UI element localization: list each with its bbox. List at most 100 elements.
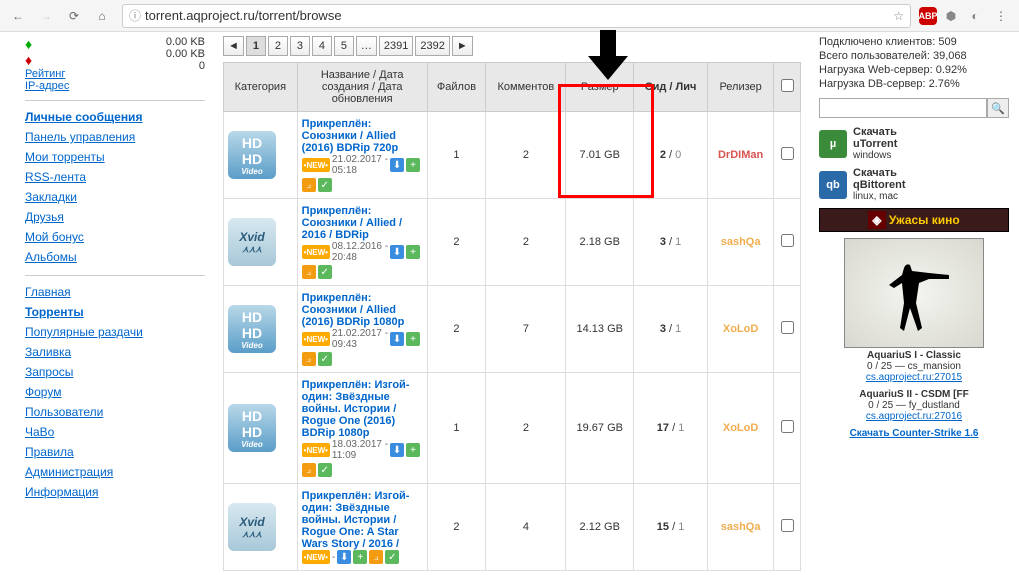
col-seed-leech[interactable]: Сид / Лич [634, 63, 708, 112]
search-input[interactable] [819, 98, 987, 118]
sidebar-item[interactable]: Правила [25, 442, 205, 462]
reload-button[interactable]: ⟳ [62, 4, 86, 28]
col-files[interactable]: Файлов [427, 63, 486, 112]
sidebar-item[interactable]: Мои торренты [25, 147, 205, 167]
col-name[interactable]: Название / Дата создания / Дата обновлен… [297, 63, 427, 112]
sidebar-item[interactable]: Форум [25, 382, 205, 402]
cs2-link[interactable]: cs.aqproject.ru:27016 [819, 411, 1009, 422]
size-cell: 2.12 GB [566, 484, 634, 571]
sidebar-item[interactable]: Информация [25, 482, 205, 502]
sidebar-item[interactable]: Друзья [25, 207, 205, 227]
size-cell: 19.67 GB [566, 373, 634, 484]
category-xvid-icon[interactable]: Xvid⋏⋏⋏ [228, 218, 276, 266]
seed-leech-cell: 17 / 1 [634, 373, 708, 484]
url-bar[interactable]: ⓘ torrent.aqproject.ru/torrent/browse ☆ [122, 4, 911, 28]
sidebar-item[interactable]: Запросы [25, 362, 205, 382]
pager-page[interactable]: 2391 [379, 36, 413, 56]
torrent-title[interactable]: Союзники / Allied (2016) BDRip 720p [302, 130, 399, 154]
abp-icon[interactable]: ABP [919, 7, 937, 25]
sidebar-item[interactable]: Торренты [25, 302, 205, 322]
releaser-link[interactable]: sashQa [721, 236, 761, 248]
seed-leech-cell: 15 / 1 [634, 484, 708, 571]
sidebar-item[interactable]: Пользователи [25, 402, 205, 422]
col-size[interactable]: Размер [566, 63, 634, 112]
row-checkbox[interactable] [781, 519, 794, 532]
cs-download[interactable]: Скачать Counter-Strike 1.6 [819, 428, 1009, 439]
col-category[interactable]: Категория [224, 63, 298, 112]
category-xvid-icon[interactable]: Xvid⋏⋏⋏ [228, 503, 276, 551]
pager-page[interactable]: 3 [290, 36, 310, 56]
torrent-title[interactable]: Союзники / Allied (2016) BDRip 1080p [302, 304, 405, 328]
sidebar-item[interactable]: ЧаВо [25, 422, 205, 442]
pager-page[interactable]: 1 [246, 36, 266, 56]
pager-prev[interactable]: ◄ [223, 36, 244, 56]
horror-banner[interactable]: ◈ Ужасы кино [819, 208, 1009, 232]
info-icon[interactable]: ⓘ [129, 7, 141, 24]
rating-link[interactable]: Рейтинг [25, 68, 65, 80]
qbit-promo[interactable]: qb СкачатьqBittorentlinux, mac [819, 167, 1009, 202]
files-cell: 2 [427, 286, 486, 373]
bookmark-icon[interactable]: ☆ [893, 9, 904, 23]
category-hd-icon[interactable]: HDHDVideo [228, 131, 276, 179]
comments-cell: 2 [486, 373, 566, 484]
download-arrow-icon: ♦ [25, 52, 69, 68]
pager-page[interactable]: 2 [268, 36, 288, 56]
row-checkbox[interactable] [781, 234, 794, 247]
files-cell: 1 [427, 373, 486, 484]
releaser-link[interactable]: XoLoD [723, 422, 758, 434]
releaser-link[interactable]: XoLoD [723, 323, 758, 335]
sidebar-item[interactable]: Популярные раздачи [25, 322, 205, 342]
category-hd-icon[interactable]: HDHDVideo [228, 404, 276, 452]
pin-label: Прикреплён: [302, 379, 372, 391]
cs2-slots: 0 / 25 — fy_dustland [819, 400, 1009, 411]
ext-icon[interactable]: ⬢ [941, 6, 961, 26]
check-all[interactable] [781, 79, 794, 92]
pin-label: Прикреплён: [302, 292, 372, 304]
row-checkbox[interactable] [781, 147, 794, 160]
sidebar-item[interactable]: Личные сообщения [25, 107, 205, 127]
releaser-link[interactable]: sashQa [721, 521, 761, 533]
forward-button[interactable]: → [34, 4, 58, 28]
sidebar-item[interactable]: Мой бонус [25, 227, 205, 247]
sidebar-item[interactable]: Администрация [25, 462, 205, 482]
sidebar-item[interactable]: Панель управления [25, 127, 205, 147]
ip-link[interactable]: IP-адрес [25, 80, 69, 92]
releaser-link[interactable]: DrDIMan [718, 149, 763, 161]
search-button[interactable]: 🔍 [987, 98, 1009, 118]
sidebar-item[interactable]: Заливка [25, 342, 205, 362]
table-row: HDHDVideoПрикреплён: Союзники / Allied (… [224, 112, 801, 199]
pager-page[interactable]: 2392 [415, 36, 449, 56]
pager-next[interactable]: ► [452, 36, 473, 56]
col-releaser[interactable]: Релизер [708, 63, 774, 112]
download-value: 0.00 KB [166, 48, 205, 60]
torrent-title[interactable]: Союзники / Allied / 2016 / BDRip [302, 217, 402, 241]
pager-page[interactable]: 4 [312, 36, 332, 56]
sidebar-item[interactable]: Главная [25, 282, 205, 302]
pin-label: Прикреплён: [302, 490, 372, 502]
sidebar-item[interactable]: RSS-лента [25, 167, 205, 187]
stat-users: Всего пользователей: 39,068 [819, 50, 1009, 62]
comments-cell: 4 [486, 484, 566, 571]
back-button[interactable]: ← [6, 4, 30, 28]
home-button[interactable]: ⌂ [90, 4, 114, 28]
col-check [774, 63, 801, 112]
cs-server-image[interactable] [844, 238, 984, 348]
row-checkbox[interactable] [781, 420, 794, 433]
table-row: HDHDVideoПрикреплён: Изгой-один: Звёздны… [224, 373, 801, 484]
size-cell: 14.13 GB [566, 286, 634, 373]
cs1-link[interactable]: cs.aqproject.ru:27015 [819, 372, 1009, 383]
col-comments[interactable]: Комментов [486, 63, 566, 112]
sidebar-item[interactable]: Закладки [25, 187, 205, 207]
pager: ◄ 12345…23912392 ► [223, 36, 801, 56]
row-checkbox[interactable] [781, 321, 794, 334]
size-cell: 2.18 GB [566, 199, 634, 286]
pager-page[interactable]: 5 [334, 36, 354, 56]
ext-icon-2[interactable]: ◐ [965, 6, 985, 26]
pager-page[interactable]: … [356, 36, 377, 56]
sidebar-item[interactable]: Альбомы [25, 247, 205, 267]
menu-button[interactable]: ⋮ [989, 4, 1013, 28]
utorrent-promo[interactable]: µ СкачатьuTorrentwindows [819, 126, 1009, 161]
stat-db: Нагрузка DB-сервер: 2.76% [819, 78, 1009, 90]
category-hd-icon[interactable]: HDHDVideo [228, 305, 276, 353]
stat-clients: Подключено клиентов: 509 [819, 36, 1009, 48]
